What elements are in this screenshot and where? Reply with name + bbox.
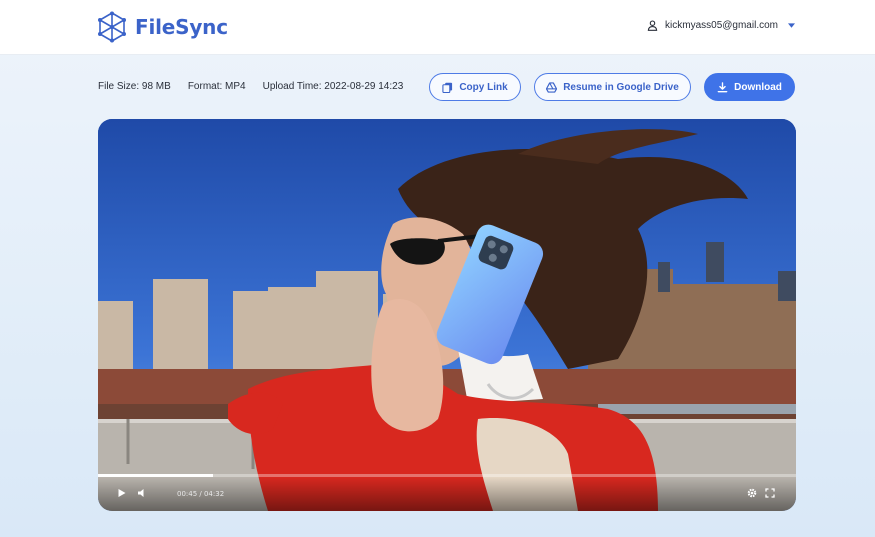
- download-label: Download: [734, 81, 782, 93]
- chevron-down-icon: [788, 23, 795, 28]
- gear-icon: [747, 488, 757, 498]
- download-button[interactable]: Download: [704, 73, 795, 101]
- video-player[interactable]: 00:45 / 04:32: [98, 119, 796, 511]
- player-controls: 00:45 / 04:32: [98, 477, 796, 511]
- account-email: kickmyass05@gmail.com: [665, 20, 778, 31]
- copy-link-label: Copy Link: [459, 81, 508, 93]
- settings-button[interactable]: [746, 487, 758, 499]
- fullscreen-icon: [765, 488, 775, 498]
- user-icon: [647, 20, 658, 31]
- top-bar: FileSync kickmyass05@gmail.com: [0, 0, 875, 55]
- app-name: FileSync: [135, 15, 228, 39]
- upload-time: Upload Time: 2022-08-29 14:23: [262, 81, 404, 92]
- volume-icon: [138, 489, 144, 497]
- copy-link-button[interactable]: Copy Link: [429, 73, 521, 101]
- volume-button[interactable]: [136, 487, 148, 499]
- file-size: File Size: 98 MB: [98, 81, 171, 92]
- copy-icon: [442, 82, 453, 93]
- video-frame: [98, 119, 796, 511]
- play-button[interactable]: [116, 487, 128, 499]
- file-format: Format: MP4: [187, 81, 246, 92]
- cube-network-logo-icon: [98, 11, 126, 43]
- resume-google-drive-button[interactable]: Resume in Google Drive: [534, 73, 691, 101]
- account-menu[interactable]: kickmyass05@gmail.com: [647, 20, 795, 31]
- time-display: 00:45 / 04:32: [177, 490, 225, 498]
- play-icon: [118, 489, 126, 497]
- filesync-logo[interactable]: FileSync: [97, 11, 228, 43]
- resume-google-drive-label: Resume in Google Drive: [563, 81, 679, 93]
- fullscreen-button[interactable]: [764, 487, 776, 499]
- google-drive-icon: [546, 81, 558, 93]
- file-info: File Size: 98 MB Format: MP4 Upload Time…: [98, 81, 420, 92]
- download-icon: [717, 81, 728, 92]
